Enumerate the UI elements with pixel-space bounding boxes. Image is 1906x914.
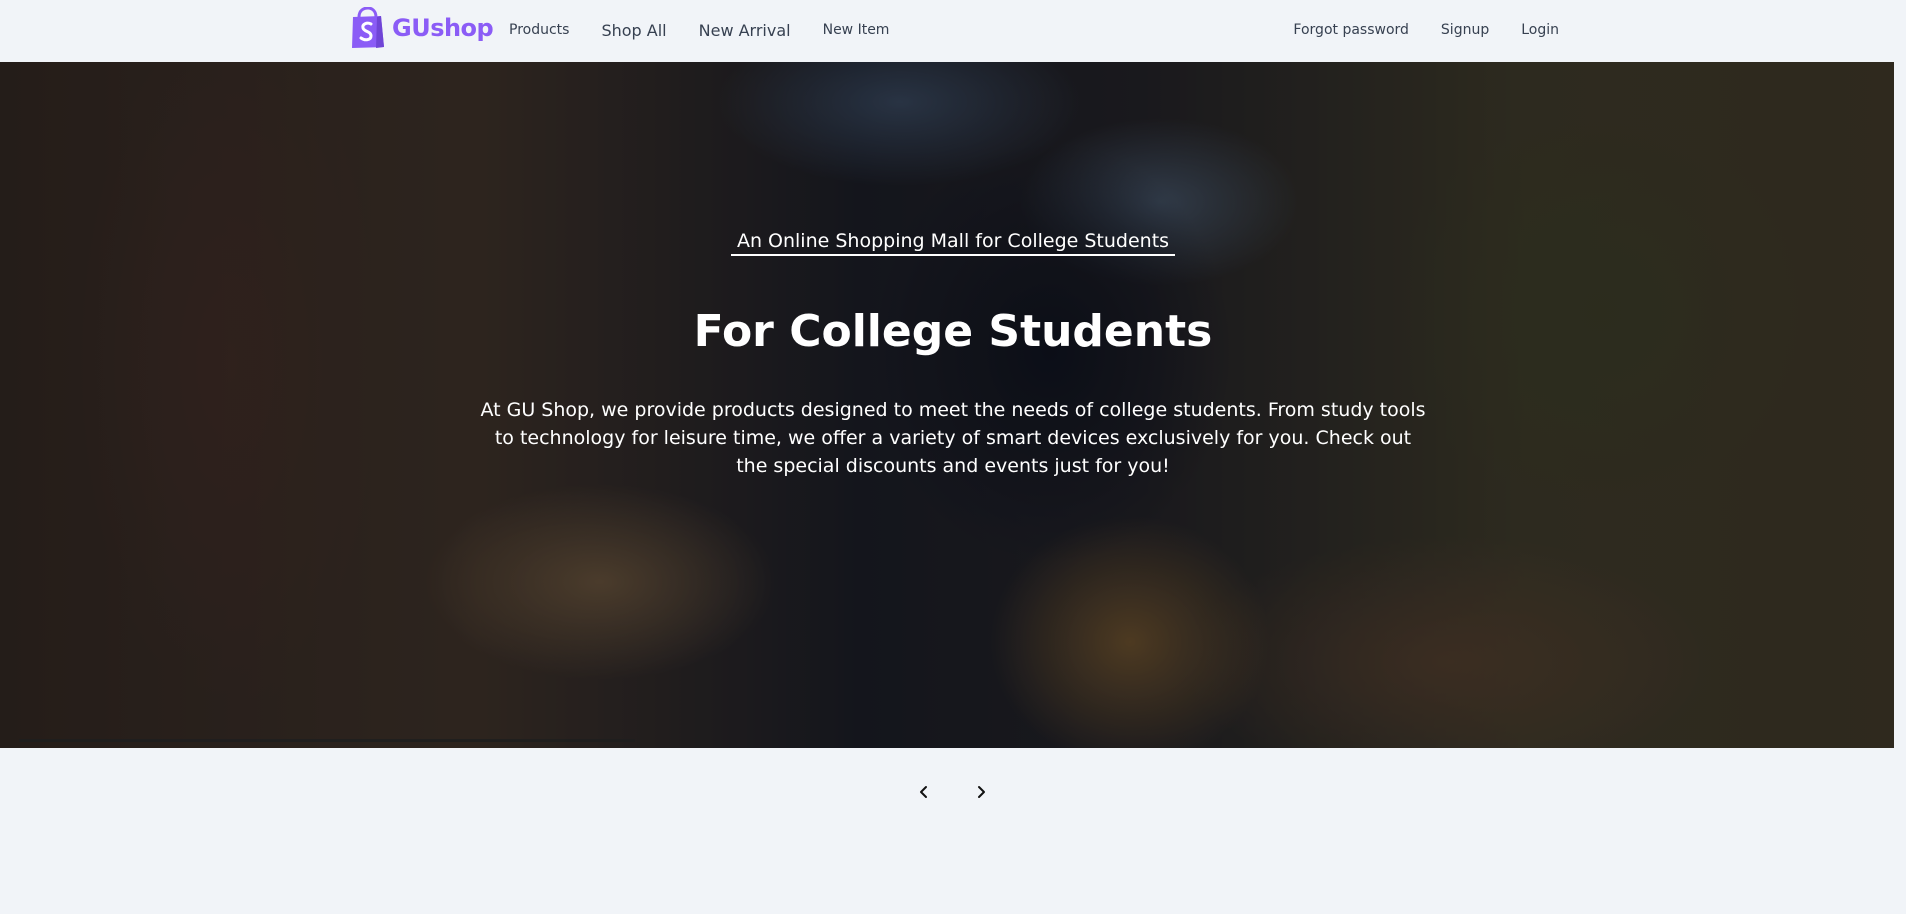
slide-progress-bar bbox=[19, 739, 635, 742]
logo-text: GUshop bbox=[392, 14, 494, 42]
login-link[interactable]: Login bbox=[1521, 22, 1559, 38]
shopping-bag-logo-icon bbox=[352, 7, 384, 48]
primary-nav: Products Shop All New Arrival New Item bbox=[509, 0, 921, 60]
forgot-password-link[interactable]: Forgot password bbox=[1293, 22, 1409, 38]
nav-new-arrival[interactable]: New Arrival bbox=[699, 21, 791, 40]
hero-content: An Online Shopping Mall for College Stud… bbox=[0, 62, 1906, 748]
chevron-right-icon bbox=[978, 786, 985, 798]
account-nav: Forgot password Signup Login bbox=[1261, 0, 1559, 60]
carousel-controls bbox=[905, 778, 985, 806]
logo-link[interactable]: GUshop bbox=[350, 5, 494, 51]
hero-description: At GU Shop, we provide products designed… bbox=[480, 399, 1426, 477]
nav-new-item[interactable]: New Item bbox=[823, 22, 890, 38]
nav-shop-all[interactable]: Shop All bbox=[601, 21, 666, 40]
site-header: GUshop Products Shop All New Arrival New… bbox=[0, 0, 1906, 62]
page-scrollbar[interactable] bbox=[1894, 0, 1906, 914]
carousel-prev-button[interactable] bbox=[910, 778, 938, 806]
nav-products[interactable]: Products bbox=[509, 22, 569, 38]
hero-subtitle-text: An Online Shopping Mall for College Stud… bbox=[730, 230, 1176, 256]
signup-link[interactable]: Signup bbox=[1441, 22, 1489, 38]
chevron-left-icon bbox=[920, 786, 927, 798]
carousel-next-button[interactable] bbox=[967, 778, 995, 806]
hero-banner: An Online Shopping Mall for College Stud… bbox=[0, 62, 1906, 748]
hero-title: For College Students bbox=[693, 306, 1213, 357]
hero-subtitle: An Online Shopping Mall for College Stud… bbox=[0, 230, 1906, 256]
